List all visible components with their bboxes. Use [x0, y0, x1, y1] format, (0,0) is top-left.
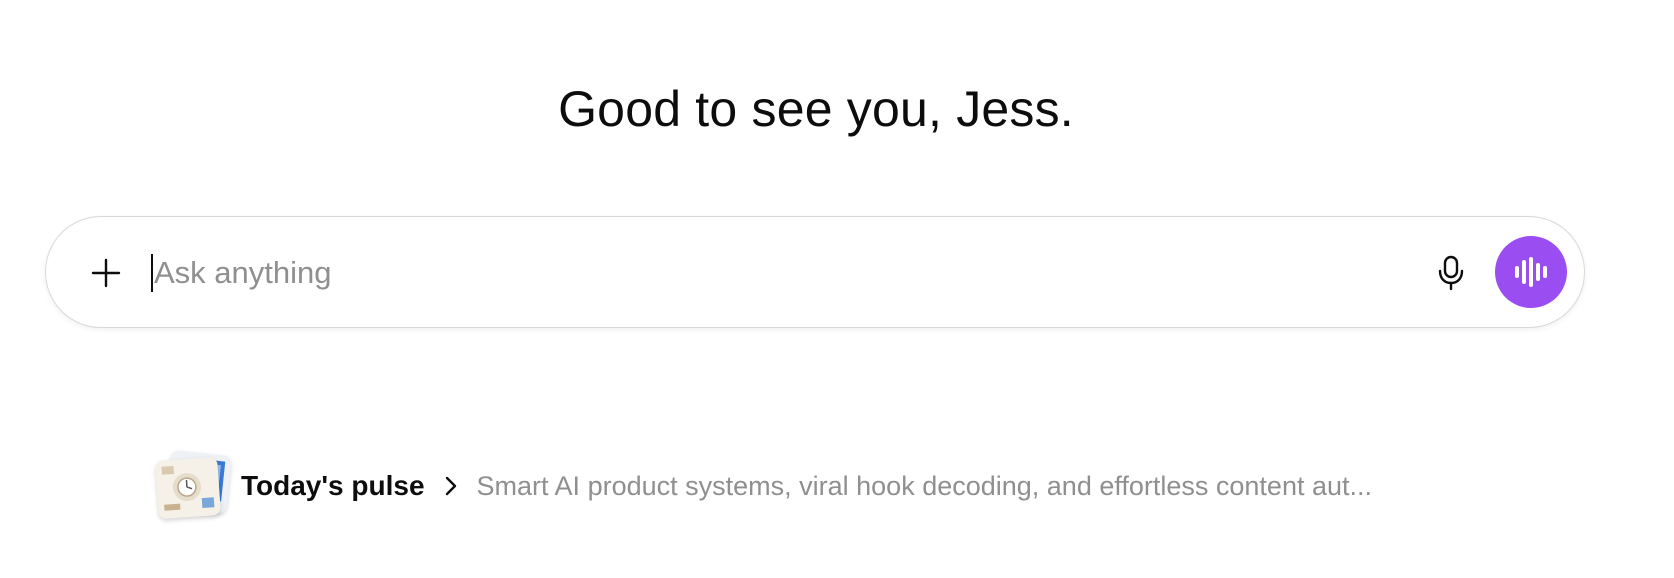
prompt-input[interactable] [150, 247, 1414, 299]
voice-mode-button[interactable] [1495, 236, 1567, 308]
text-caret [151, 254, 153, 292]
todays-pulse-row[interactable]: Today's pulse Smart AI product systems, … [155, 450, 1485, 522]
waveform-icon [1515, 257, 1547, 287]
chevron-right-icon [439, 474, 463, 498]
prompt-composer [45, 216, 1585, 328]
dictate-button[interactable] [1427, 249, 1475, 297]
microphone-icon [1438, 255, 1464, 291]
pulse-title: Today's pulse [241, 470, 425, 501]
plus-icon [91, 258, 121, 288]
add-attachment-button[interactable] [84, 251, 128, 295]
pulse-summary: Smart AI product systems, viral hook dec… [476, 470, 1373, 501]
pulse-thumbnail [155, 450, 232, 520]
greeting-heading: Good to see you, Jess. [558, 81, 1074, 137]
